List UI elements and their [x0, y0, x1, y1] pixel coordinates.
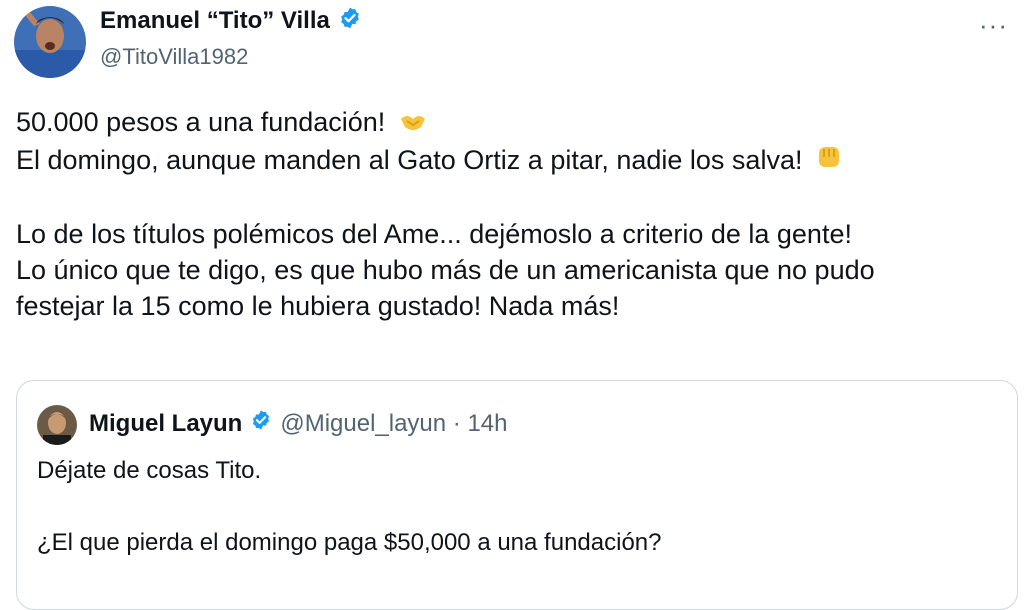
quoted-author-avatar[interactable]	[37, 405, 77, 445]
tweet-line: Lo de los títulos polémicos del Ame... d…	[16, 219, 852, 250]
tweet-line: Lo único que te digo, es que hubo más de…	[16, 255, 875, 286]
tweet-text: 50.000 pesos a una fundación! El domingo…	[16, 104, 1006, 324]
verified-badge-icon	[338, 6, 362, 35]
tweet-line: festejar la 15 como le hubiera gustado! …	[16, 291, 620, 322]
fist-icon	[816, 143, 842, 180]
author-avatar[interactable]	[14, 6, 86, 78]
quoted-line: Déjate de cosas Tito.	[37, 457, 262, 484]
quoted-author-name[interactable]: Miguel Layun	[89, 410, 242, 438]
more-options-icon[interactable]: ···	[979, 10, 1008, 41]
handshake-icon	[399, 106, 427, 142]
quoted-text: Déjate de cosas Tito. ¿El que pierda el …	[37, 453, 997, 561]
tweet-line: 50.000 pesos a una fundación!	[16, 104, 1006, 142]
author-name[interactable]: Emanuel “Tito” Villa	[100, 7, 330, 35]
author-handle[interactable]: @TitoVilla1982	[100, 44, 248, 70]
verified-badge-icon	[250, 409, 272, 438]
tweet-card[interactable]: Emanuel “Tito” Villa @TitoVilla1982 ··· …	[0, 0, 1024, 610]
quoted-line: ¿El que pierda el domingo paga $50,000 a…	[37, 529, 662, 556]
quoted-handle-time[interactable]: @Miguel_layun · 14h	[280, 410, 507, 438]
quoted-tweet[interactable]: Miguel Layun @Miguel_layun · 14h Déjate …	[16, 380, 1018, 610]
tweet-line: El domingo, aunque manden al Gato Ortiz …	[16, 142, 1006, 180]
